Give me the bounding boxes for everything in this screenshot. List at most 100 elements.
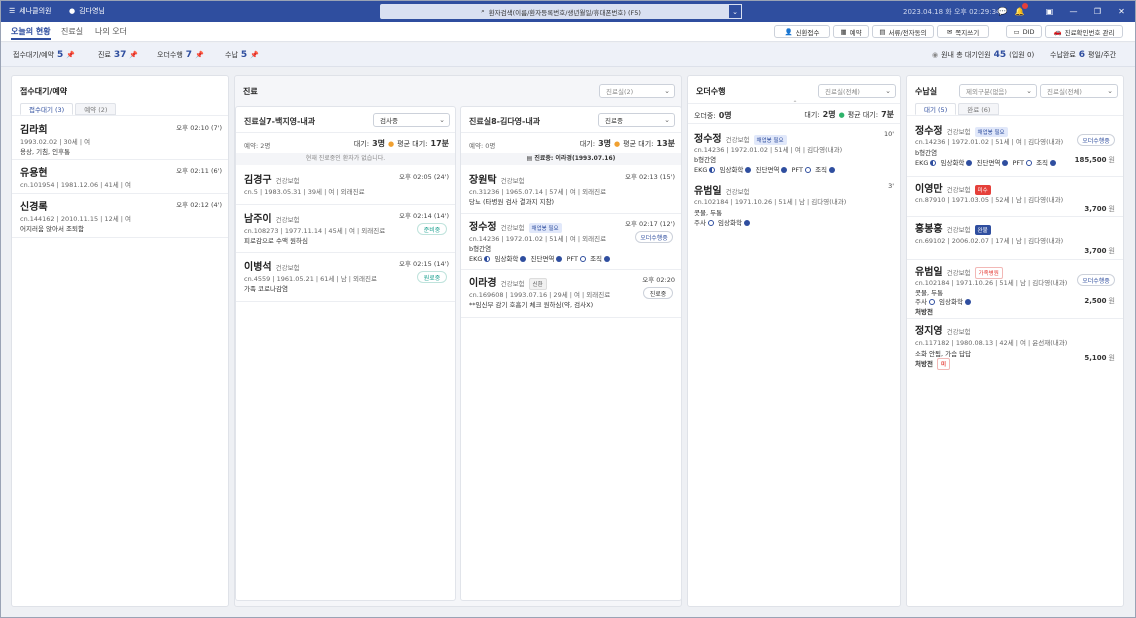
empty-message: 현재 진료중인 환자가 없습니다. — [236, 153, 455, 165]
in-treatment-button[interactable]: 진료중 — [643, 287, 673, 299]
list-item[interactable]: 남주이 건강보험 오후 02:14 (14') cn.108273 | 1977.… — [236, 208, 455, 252]
tab-room[interactable]: 진료실 — [61, 26, 83, 37]
did-button[interactable]: ▭ DID — [1006, 25, 1042, 38]
new-patient-button[interactable]: 👤 신환접수 — [774, 25, 830, 38]
pin-icon: 📌 — [195, 51, 204, 59]
restore-icon[interactable]: ❐ — [1091, 5, 1104, 18]
close-icon[interactable]: ✕ — [1115, 5, 1128, 18]
stat-reception[interactable]: 접수대기/예약 5 📌 — [13, 50, 75, 60]
divider — [236, 204, 455, 205]
order-status-button[interactable]: 오더수행중 — [1077, 134, 1115, 146]
list-item[interactable]: 이병석 건강보험 오후 02:15 (14') cn.4559 | 1961.05… — [236, 256, 455, 300]
list-item[interactable]: 김경구 건강보험 오후 02:05 (24') cn.5 | 1983.05.31… — [236, 169, 455, 204]
exclude-select[interactable]: 제외구분(없음) ⌄ — [959, 84, 1037, 98]
status-badge: 완불 — [974, 225, 991, 235]
chevron-down-icon[interactable]: ⌄ — [728, 4, 742, 19]
empty-dot-icon — [805, 167, 811, 173]
tab-my-orders[interactable]: 나의 오더 — [95, 26, 127, 37]
main-tabs-bar: 오늘의 현황 진료실 나의 오더 👤 신환접수 ▦ 예약 ▤ 서류/전자동의 ✉ 쪽지쓰… — [1, 22, 1135, 42]
room-status-select[interactable]: 진료중 ⌄ — [598, 113, 675, 127]
list-item[interactable]: 유범일 건강보험 가족병원 cn.102184 | 1971.10.26 | 51세… — [907, 261, 1123, 317]
order-line: EKG 임상화학 진단면역 PFT 조직 — [694, 164, 837, 174]
filled-dot-icon — [604, 256, 611, 262]
filled-dot-icon — [1002, 160, 1009, 166]
search-icon: ⌕ — [481, 7, 485, 15]
list-item[interactable]: 정수정 건강보험 채업봉 필요 오후 02:17 (12') cn.14236 | … — [461, 216, 681, 268]
info-icon: ◉ — [932, 51, 939, 59]
stat-payment[interactable]: 수납 5 📌 — [225, 50, 259, 60]
status-badge: 미 — [936, 358, 951, 370]
chevron-down-icon: ⌄ — [664, 116, 670, 124]
documents-button[interactable]: ▤ 서류/전자동의 — [872, 25, 934, 38]
stat-order[interactable]: 오더수행 7 📌 — [157, 50, 204, 60]
list-item[interactable]: 정수정 건강보험 채업봉 필요 cn.14236 | 1972.01.02 | 51… — [907, 120, 1123, 176]
room-title: 진료실8-김다영-내과 — [469, 117, 541, 126]
stat-treatment[interactable]: 진료 37 📌 — [98, 50, 138, 60]
tab-reception-waiting[interactable]: 접수대기 (3) — [20, 103, 74, 115]
pin-icon: 📌 — [250, 51, 259, 59]
divider — [461, 317, 681, 318]
reserve-count: 예약: 2명 — [244, 142, 271, 150]
room-select[interactable]: 진료실(2) ⌄ — [599, 84, 675, 98]
reception-panel: 접수대기/예약 접수대기 (3) 예약 (2) 김라희 오후 02:10 (7'… — [11, 75, 229, 607]
list-item[interactable]: 이라경 건강보험 신환 오후 02:20 cn.169608 | 1993.07.1… — [461, 272, 681, 316]
status-button[interactable]: 원료중 — [417, 271, 447, 283]
tab-today[interactable]: 오늘의 현황 — [11, 26, 51, 40]
status-button[interactable]: 준비중 — [417, 223, 447, 235]
chevron-down-icon: ⌄ — [664, 87, 670, 95]
filled-dot-icon — [745, 167, 752, 173]
user-menu[interactable]: ● 김다영님 — [69, 6, 105, 16]
tab-payment-waiting[interactable]: 대기 (5) — [915, 103, 957, 115]
divider — [907, 259, 1123, 260]
search-input[interactable]: 환자검색(이름/환자등록번호/생년월일/휴대폰번호) (F5) — [489, 7, 641, 17]
list-item[interactable]: 정수정 건강보험 채업봉 필요 10' cn.14236 | 1972.01.02 … — [688, 128, 900, 178]
orders-panel: 오더수행 진료실(전체)⌄ ⌃ 오더중:0명 대기:2명 ● 평균 대기:7분 … — [687, 75, 901, 607]
list-item[interactable]: 유용현 오후 02:11 (6') cn.101954 | 1981.12.06… — [12, 163, 228, 193]
list-item[interactable]: 김라희 오후 02:10 (7') 1993.02.02 | 30세 | 여 용… — [12, 120, 228, 158]
patient-search[interactable]: ⌕ 환자검색(이름/환자등록번호/생년월일/휴대폰번호) (F5) ⌄ — [380, 4, 742, 19]
tab-payment-done[interactable]: 완료 (6) — [958, 103, 1000, 115]
half-dot-icon — [484, 256, 491, 262]
minimize-icon[interactable]: — — [1067, 5, 1080, 18]
payment-subtabs: 대기 (5) 완료 (6) — [915, 103, 1000, 115]
order-line: EKG 임상화학 진단면역 PFT 조직 — [469, 253, 612, 263]
divider — [236, 301, 455, 302]
filled-dot-icon — [964, 299, 971, 305]
monitor-icon: ▭ — [1013, 27, 1020, 36]
menu-icon: ☰ — [9, 7, 16, 15]
room-status-select[interactable]: 검사중 ⌄ — [373, 113, 450, 127]
divider — [461, 213, 681, 214]
order-status-button[interactable]: 오더수행중 — [635, 231, 673, 243]
layout-icon[interactable]: ▣ — [1043, 5, 1056, 18]
list-item[interactable]: 장원탁 건강보험 오후 02:13 (15') cn.31236 | 1965.0… — [461, 169, 681, 213]
list-item[interactable]: 정지영 건강보험 cn.117182 | 1980.08.13 | 42세 | 여… — [907, 320, 1123, 372]
top-bar: ☰ 세나클의원 ● 김다영님 ⌕ 환자검색(이름/환자등록번호/생년월일/휴대폰… — [1, 1, 1135, 22]
user-icon: ● — [69, 7, 76, 15]
message-button[interactable]: ✉ 쪽지쓰기 — [937, 25, 989, 38]
orders-room-select[interactable]: 진료실(전체) ⌄ — [818, 84, 896, 98]
status-dot-icon: ● — [838, 110, 845, 119]
payment-panel: 수납실 제외구분(없음) ⌄ 진료실(전체) ⌄ 대기 (5) 완료 (6) 정수정… — [906, 75, 1124, 607]
confirm-number-button[interactable]: 🚗 진료확인번호 관리 — [1045, 25, 1123, 38]
divider — [907, 115, 1123, 116]
list-item[interactable]: 유범일 건강보험 3' cn.102184 | 1971.10.26 | 51세 … — [688, 180, 900, 230]
list-item[interactable]: 이영만 건강보험 미수 cn.87910 | 1971.03.05 | 52세 | … — [907, 178, 1123, 216]
hospital-selector[interactable]: ☰ 세나클의원 — [9, 6, 51, 16]
payment-room-select[interactable]: 진료실(전체) ⌄ — [1040, 84, 1118, 98]
datetime: 2023.04.18 화 오후 02:29:34 — [903, 8, 1001, 16]
divider — [907, 318, 1123, 319]
user-name: 김다영님 — [79, 7, 105, 15]
bell-icon[interactable]: 🔔 — [1013, 3, 1028, 18]
order-status-button[interactable]: 오더수행중 — [1077, 274, 1115, 286]
list-item[interactable]: 홍봉홍 건강보험 완불 cn.69102 | 2006.02.07 | 17세 | … — [907, 218, 1123, 258]
status-badge: 채업봉 필요 — [528, 223, 562, 233]
list-item[interactable]: 신경록 오후 02:12 (4') cn.144162 | 2010.11.15… — [12, 197, 228, 235]
chat-icon[interactable]: 💬 — [996, 5, 1009, 18]
notification-badge — [1022, 3, 1028, 9]
wait-summary: 대기: 2명 ● 평균 대기: 7분 — [804, 110, 894, 119]
stats-bar: 접수대기/예약 5 📌 진료 37 📌 오더수행 7 📌 수납 5 📌 ◉ 원내 총 대기인원 45… — [1, 43, 1135, 67]
reservation-button[interactable]: ▦ 예약 — [833, 25, 869, 38]
payment-title: 수납실 — [915, 87, 938, 96]
divider — [12, 159, 228, 160]
tab-reception-reserve[interactable]: 예약 (2) — [75, 103, 117, 115]
